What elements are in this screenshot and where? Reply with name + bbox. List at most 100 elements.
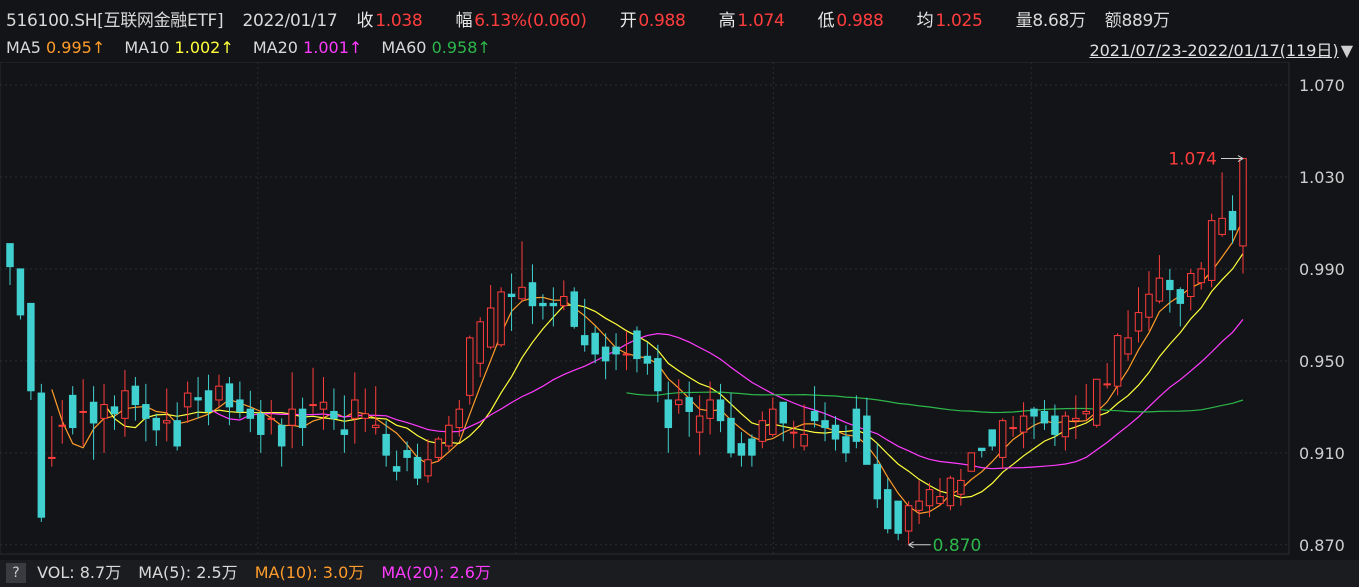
candle bbox=[476, 317, 484, 377]
candle-body bbox=[925, 489, 934, 507]
candle-body bbox=[434, 438, 443, 458]
candle-body bbox=[706, 399, 714, 419]
ma5-label: MA5 bbox=[6, 38, 41, 57]
candle-body bbox=[580, 335, 589, 346]
candle bbox=[58, 399, 66, 444]
candle-body bbox=[936, 496, 944, 504]
candle bbox=[486, 285, 495, 350]
candle-body bbox=[27, 302, 35, 392]
candle-body bbox=[173, 420, 181, 447]
candle bbox=[560, 280, 568, 311]
candle-body bbox=[476, 321, 484, 364]
change-label: 幅 bbox=[455, 11, 473, 31]
candle-body bbox=[528, 282, 537, 307]
candle-body bbox=[371, 424, 380, 429]
candle-body bbox=[789, 431, 798, 434]
candle-body bbox=[800, 433, 808, 447]
candle-body bbox=[403, 450, 411, 458]
candle-body bbox=[695, 415, 704, 433]
candle bbox=[340, 395, 349, 453]
candle bbox=[622, 330, 631, 371]
candle bbox=[978, 447, 986, 458]
candle-body bbox=[16, 268, 25, 316]
candle bbox=[330, 388, 338, 430]
open-label: 开 bbox=[619, 11, 637, 31]
close-field: 收 1.038 bbox=[357, 11, 437, 31]
ma20-item: MA20 1.001↑ bbox=[253, 38, 362, 57]
candle bbox=[110, 395, 119, 430]
candle bbox=[643, 342, 652, 375]
low-label: 低 bbox=[817, 11, 835, 31]
candle-body bbox=[1092, 378, 1101, 426]
y-tick-label-0: 1.070 bbox=[1299, 76, 1345, 95]
ma20-line bbox=[208, 319, 1244, 470]
candle-body bbox=[288, 408, 296, 426]
candle-body bbox=[319, 401, 328, 410]
ma10-line bbox=[103, 253, 1244, 499]
candle-body bbox=[152, 417, 161, 431]
y-tick-label-3: 0.950 bbox=[1299, 352, 1345, 371]
candle-body bbox=[131, 385, 140, 406]
volume-value: 量8.68万 bbox=[1015, 11, 1086, 31]
candle bbox=[1103, 363, 1111, 389]
candle-body bbox=[246, 408, 255, 419]
candle-body bbox=[1124, 337, 1132, 355]
candle-body bbox=[779, 401, 787, 424]
candle bbox=[769, 397, 777, 437]
chart-grid bbox=[0, 62, 1290, 555]
candle-body bbox=[957, 479, 965, 495]
vol-ma20-label: MA(20): 2.6万 bbox=[381, 563, 491, 582]
candle bbox=[1019, 402, 1028, 449]
candle bbox=[79, 379, 87, 446]
candle-body bbox=[769, 408, 777, 435]
candle bbox=[601, 333, 610, 380]
candle bbox=[445, 416, 453, 451]
candlestick-chart: 1.070 1.030 0.990 0.950 0.910 0.870 1.074 0.87… bbox=[0, 62, 1345, 556]
candle bbox=[957, 468, 965, 506]
candle bbox=[246, 390, 255, 433]
candle bbox=[852, 395, 861, 449]
candle bbox=[1145, 271, 1153, 331]
help-icon[interactable]: ? bbox=[6, 563, 26, 583]
candle-body bbox=[988, 429, 996, 447]
candle bbox=[883, 478, 892, 534]
avg-field: 均 1.025 bbox=[917, 11, 997, 31]
candle bbox=[434, 436, 443, 463]
candle-body bbox=[58, 424, 66, 427]
candle-body bbox=[675, 399, 683, 406]
candle bbox=[1092, 378, 1101, 428]
candle-body bbox=[643, 355, 652, 364]
candle-body bbox=[204, 390, 213, 412]
candle bbox=[1040, 399, 1049, 430]
annotations: 1.074 0.870 bbox=[908, 150, 1244, 556]
avg-label: 均 bbox=[916, 11, 934, 31]
candle-body bbox=[831, 424, 840, 440]
candle bbox=[570, 287, 578, 329]
candle bbox=[779, 401, 787, 442]
ma20-label: MA20 bbox=[252, 38, 298, 57]
candle-body bbox=[518, 286, 526, 300]
ma5-value: 0.995↑ bbox=[46, 38, 106, 57]
candle-body bbox=[1030, 408, 1038, 417]
candle-body bbox=[330, 410, 338, 419]
candle bbox=[946, 475, 955, 511]
candle-body bbox=[664, 399, 673, 429]
candle-body bbox=[413, 456, 422, 479]
candle bbox=[215, 374, 223, 407]
date-range-selector[interactable]: 2021/07/23-2022/01/17(119日) ▼ bbox=[1089, 37, 1353, 61]
candle-body bbox=[68, 394, 77, 429]
low-field: 低 0.988 bbox=[818, 11, 898, 31]
candle bbox=[612, 333, 620, 371]
candle bbox=[1051, 404, 1059, 446]
candle bbox=[831, 416, 840, 451]
candle bbox=[37, 383, 46, 522]
candle bbox=[863, 397, 871, 465]
candle bbox=[392, 450, 401, 481]
candle-body bbox=[591, 332, 599, 355]
candle bbox=[361, 388, 370, 433]
candle bbox=[549, 287, 558, 327]
candle bbox=[1124, 310, 1132, 361]
candle bbox=[716, 383, 725, 433]
candle bbox=[1134, 287, 1143, 343]
ma60-item: MA60 0.958↑ bbox=[381, 38, 490, 57]
